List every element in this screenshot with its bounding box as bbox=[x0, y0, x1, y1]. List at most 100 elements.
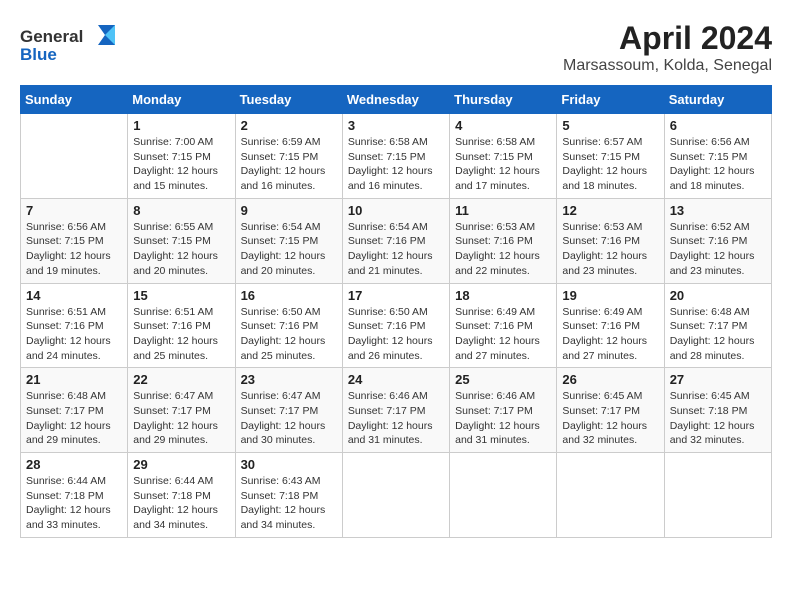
day-info: Sunrise: 6:51 AM Sunset: 7:16 PM Dayligh… bbox=[26, 305, 122, 364]
day-number: 12 bbox=[562, 203, 658, 218]
calendar-cell bbox=[450, 453, 557, 538]
day-number: 4 bbox=[455, 118, 551, 133]
page-subtitle: Marsassoum, Kolda, Senegal bbox=[563, 57, 772, 75]
day-info: Sunrise: 6:47 AM Sunset: 7:17 PM Dayligh… bbox=[241, 389, 337, 448]
calendar-cell: 28 Sunrise: 6:44 AM Sunset: 7:18 PM Dayli… bbox=[21, 453, 128, 538]
col-monday: Monday bbox=[128, 86, 235, 114]
day-number: 24 bbox=[348, 372, 444, 387]
page-title: April 2024 bbox=[563, 20, 772, 57]
day-info: Sunrise: 6:43 AM Sunset: 7:18 PM Dayligh… bbox=[241, 474, 337, 533]
calendar-week-4: 21Sunrise: 6:48 AM Sunset: 7:17 PM Dayli… bbox=[21, 368, 772, 453]
calendar-cell: 6Sunrise: 6:56 AM Sunset: 7:15 PM Daylig… bbox=[664, 114, 771, 199]
day-info: Sunrise: 6:52 AM Sunset: 7:16 PM Dayligh… bbox=[670, 220, 766, 279]
calendar-cell: 11Sunrise: 6:53 AM Sunset: 7:16 PM Dayli… bbox=[450, 198, 557, 283]
day-info: Sunrise: 6:55 AM Sunset: 7:15 PM Dayligh… bbox=[133, 220, 229, 279]
calendar-cell: 3 Sunrise: 6:58 AM Sunset: 7:15 PM Daylig… bbox=[342, 114, 449, 199]
calendar-cell: 19Sunrise: 6:49 AM Sunset: 7:16 PM Dayli… bbox=[557, 283, 664, 368]
calendar-cell: 22 Sunrise: 6:47 AM Sunset: 7:17 PM Dayli… bbox=[128, 368, 235, 453]
calendar-cell: 21Sunrise: 6:48 AM Sunset: 7:17 PM Dayli… bbox=[21, 368, 128, 453]
day-number: 11 bbox=[455, 203, 551, 218]
day-info: Sunrise: 6:58 AM Sunset: 7:15 PM Dayligh… bbox=[348, 135, 444, 194]
day-info: Sunrise: 6:48 AM Sunset: 7:17 PM Dayligh… bbox=[26, 389, 122, 448]
calendar-cell: 10Sunrise: 6:54 AM Sunset: 7:16 PM Dayli… bbox=[342, 198, 449, 283]
col-tuesday: Tuesday bbox=[235, 86, 342, 114]
calendar-cell: 4 Sunrise: 6:58 AM Sunset: 7:15 PM Daylig… bbox=[450, 114, 557, 199]
day-number: 18 bbox=[455, 288, 551, 303]
day-number: 28 bbox=[26, 457, 122, 472]
day-info: Sunrise: 6:46 AM Sunset: 7:17 PM Dayligh… bbox=[455, 389, 551, 448]
day-info: Sunrise: 6:54 AM Sunset: 7:16 PM Dayligh… bbox=[348, 220, 444, 279]
day-info: Sunrise: 6:48 AM Sunset: 7:17 PM Dayligh… bbox=[670, 305, 766, 364]
day-number: 23 bbox=[241, 372, 337, 387]
day-number: 17 bbox=[348, 288, 444, 303]
day-number: 29 bbox=[133, 457, 229, 472]
calendar-cell: 23 Sunrise: 6:47 AM Sunset: 7:17 PM Dayli… bbox=[235, 368, 342, 453]
day-number: 8 bbox=[133, 203, 229, 218]
day-number: 7 bbox=[26, 203, 122, 218]
header: General Blue April 2024 Marsassoum, Kold… bbox=[20, 20, 772, 75]
logo: General Blue bbox=[20, 20, 130, 70]
calendar-cell bbox=[664, 453, 771, 538]
day-info: Sunrise: 6:49 AM Sunset: 7:16 PM Dayligh… bbox=[455, 305, 551, 364]
col-saturday: Saturday bbox=[664, 86, 771, 114]
day-number: 25 bbox=[455, 372, 551, 387]
svg-text:General: General bbox=[20, 27, 83, 46]
calendar-cell: 12Sunrise: 6:53 AM Sunset: 7:16 PM Dayli… bbox=[557, 198, 664, 283]
day-number: 13 bbox=[670, 203, 766, 218]
day-number: 19 bbox=[562, 288, 658, 303]
calendar-cell bbox=[21, 114, 128, 199]
calendar-week-1: 1 Sunrise: 7:00 AM Sunset: 7:15 PM Daylig… bbox=[21, 114, 772, 199]
calendar-week-2: 7 Sunrise: 6:56 AM Sunset: 7:15 PM Daylig… bbox=[21, 198, 772, 283]
col-friday: Friday bbox=[557, 86, 664, 114]
calendar-cell: 20Sunrise: 6:48 AM Sunset: 7:17 PM Dayli… bbox=[664, 283, 771, 368]
day-number: 16 bbox=[241, 288, 337, 303]
calendar-cell: 29 Sunrise: 6:44 AM Sunset: 7:18 PM Dayli… bbox=[128, 453, 235, 538]
day-number: 3 bbox=[348, 118, 444, 133]
calendar-cell bbox=[342, 453, 449, 538]
calendar-cell: 27Sunrise: 6:45 AM Sunset: 7:18 PM Dayli… bbox=[664, 368, 771, 453]
day-info: Sunrise: 6:50 AM Sunset: 7:16 PM Dayligh… bbox=[348, 305, 444, 364]
title-section: April 2024 Marsassoum, Kolda, Senegal bbox=[563, 20, 772, 75]
day-info: Sunrise: 6:44 AM Sunset: 7:18 PM Dayligh… bbox=[133, 474, 229, 533]
calendar-cell: 2 Sunrise: 6:59 AM Sunset: 7:15 PM Daylig… bbox=[235, 114, 342, 199]
day-number: 26 bbox=[562, 372, 658, 387]
day-number: 14 bbox=[26, 288, 122, 303]
day-number: 9 bbox=[241, 203, 337, 218]
calendar-cell: 5Sunrise: 6:57 AM Sunset: 7:15 PM Daylig… bbox=[557, 114, 664, 199]
col-sunday: Sunday bbox=[21, 86, 128, 114]
day-info: Sunrise: 6:56 AM Sunset: 7:15 PM Dayligh… bbox=[26, 220, 122, 279]
day-info: Sunrise: 6:59 AM Sunset: 7:15 PM Dayligh… bbox=[241, 135, 337, 194]
col-wednesday: Wednesday bbox=[342, 86, 449, 114]
calendar-cell: 25 Sunrise: 6:46 AM Sunset: 7:17 PM Dayli… bbox=[450, 368, 557, 453]
calendar-cell: 15 Sunrise: 6:51 AM Sunset: 7:16 PM Dayli… bbox=[128, 283, 235, 368]
header-row: Sunday Monday Tuesday Wednesday Thursday… bbox=[21, 86, 772, 114]
day-number: 15 bbox=[133, 288, 229, 303]
calendar-table: Sunday Monday Tuesday Wednesday Thursday… bbox=[20, 85, 772, 538]
calendar-cell: 13 Sunrise: 6:52 AM Sunset: 7:16 PM Dayli… bbox=[664, 198, 771, 283]
day-info: Sunrise: 6:44 AM Sunset: 7:18 PM Dayligh… bbox=[26, 474, 122, 533]
calendar-cell: 8 Sunrise: 6:55 AM Sunset: 7:15 PM Daylig… bbox=[128, 198, 235, 283]
day-number: 22 bbox=[133, 372, 229, 387]
day-info: Sunrise: 6:51 AM Sunset: 7:16 PM Dayligh… bbox=[133, 305, 229, 364]
calendar-cell: 17 Sunrise: 6:50 AM Sunset: 7:16 PM Dayli… bbox=[342, 283, 449, 368]
day-info: Sunrise: 6:45 AM Sunset: 7:17 PM Dayligh… bbox=[562, 389, 658, 448]
calendar-cell: 24 Sunrise: 6:46 AM Sunset: 7:17 PM Dayli… bbox=[342, 368, 449, 453]
day-info: Sunrise: 6:54 AM Sunset: 7:15 PM Dayligh… bbox=[241, 220, 337, 279]
day-number: 1 bbox=[133, 118, 229, 133]
calendar-cell: 1 Sunrise: 7:00 AM Sunset: 7:15 PM Daylig… bbox=[128, 114, 235, 199]
day-number: 30 bbox=[241, 457, 337, 472]
day-number: 6 bbox=[670, 118, 766, 133]
day-info: Sunrise: 6:46 AM Sunset: 7:17 PM Dayligh… bbox=[348, 389, 444, 448]
day-number: 5 bbox=[562, 118, 658, 133]
day-info: Sunrise: 6:50 AM Sunset: 7:16 PM Dayligh… bbox=[241, 305, 337, 364]
day-number: 2 bbox=[241, 118, 337, 133]
calendar-header: Sunday Monday Tuesday Wednesday Thursday… bbox=[21, 86, 772, 114]
calendar-cell: 18 Sunrise: 6:49 AM Sunset: 7:16 PM Dayli… bbox=[450, 283, 557, 368]
day-info: Sunrise: 6:47 AM Sunset: 7:17 PM Dayligh… bbox=[133, 389, 229, 448]
calendar-body: 1 Sunrise: 7:00 AM Sunset: 7:15 PM Daylig… bbox=[21, 114, 772, 538]
day-info: Sunrise: 7:00 AM Sunset: 7:15 PM Dayligh… bbox=[133, 135, 229, 194]
svg-text:Blue: Blue bbox=[20, 45, 57, 64]
col-thursday: Thursday bbox=[450, 86, 557, 114]
calendar-week-3: 14 Sunrise: 6:51 AM Sunset: 7:16 PM Dayli… bbox=[21, 283, 772, 368]
day-info: Sunrise: 6:58 AM Sunset: 7:15 PM Dayligh… bbox=[455, 135, 551, 194]
